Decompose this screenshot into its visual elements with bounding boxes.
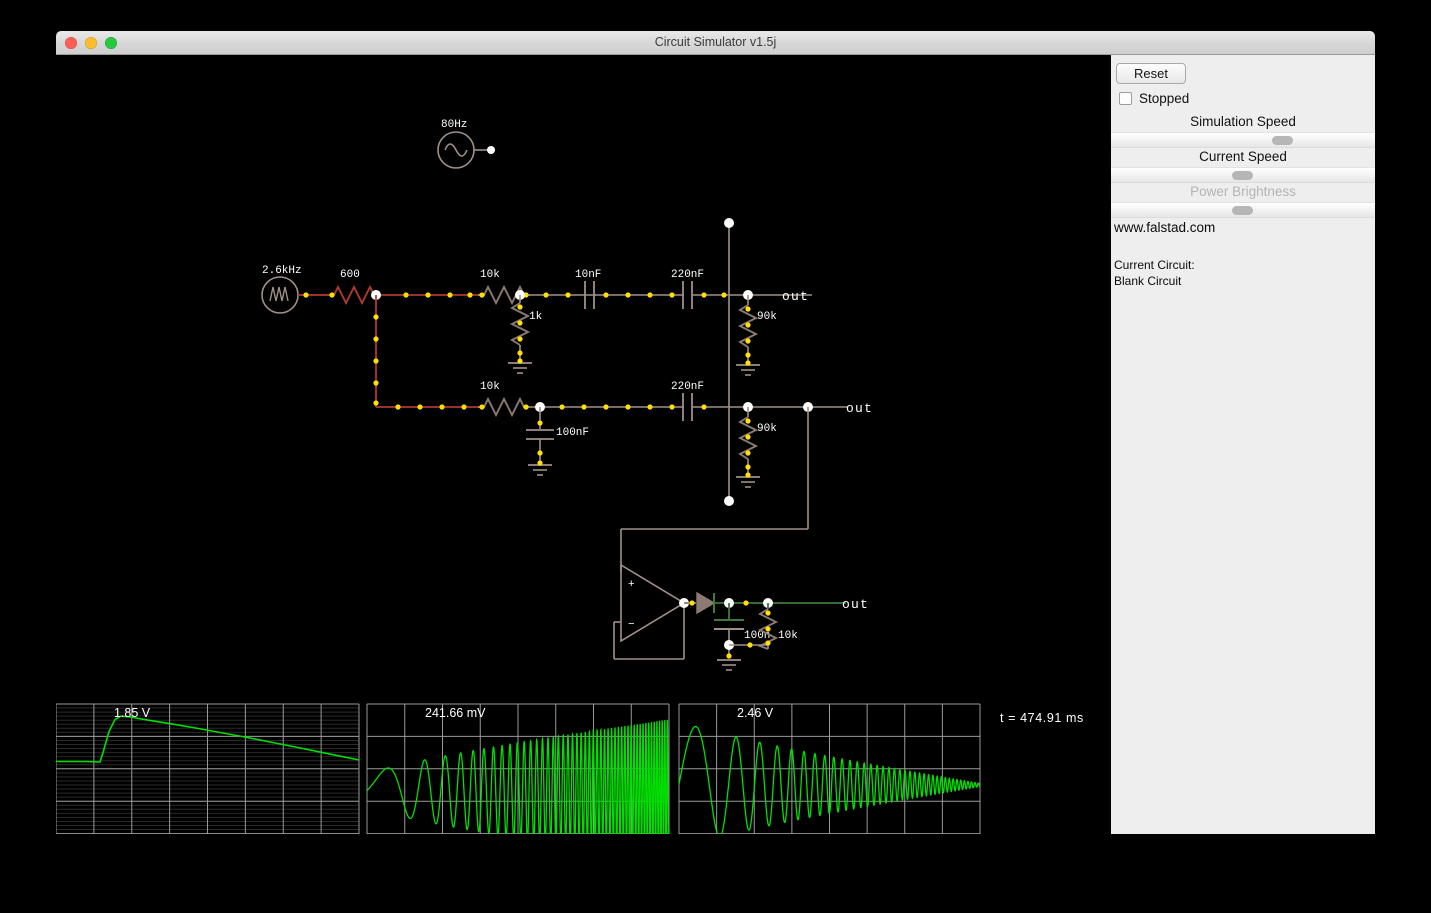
- label-100n-output: 100n: [744, 630, 770, 642]
- scope-panel-3[interactable]: [679, 704, 980, 834]
- out-label-2: out: [846, 401, 873, 416]
- label-1k: 1k: [529, 311, 543, 323]
- current-speed-label: Current Speed: [1111, 149, 1375, 164]
- schematic-svg: 80Hz 2.6kHz 600: [56, 55, 1111, 834]
- capacitor-100n-output[interactable]: [714, 603, 744, 670]
- label-90k-top: 90k: [757, 311, 777, 323]
- label-10k-top: 10k: [480, 269, 500, 281]
- current-circuit-name: Blank Circuit: [1114, 274, 1181, 288]
- control-panel: Reset Stopped Simulation Speed Current S…: [1111, 55, 1375, 834]
- power-brightness-label: Power Brightness: [1111, 184, 1375, 199]
- current-speed-thumb[interactable]: [1232, 171, 1253, 180]
- capacitor-220nf-bottom[interactable]: [683, 393, 692, 421]
- simulation-speed-label: Simulation Speed: [1111, 114, 1375, 129]
- label-10k-bottom: 10k: [480, 381, 500, 393]
- label-10k-output: 10k: [778, 630, 798, 642]
- capacitor-220nf-top[interactable]: [683, 281, 692, 309]
- resistor-10k-output[interactable]: [729, 603, 776, 649]
- power-brightness-slider[interactable]: [1111, 202, 1375, 218]
- window-titlebar: Circuit Simulator v1.5j: [56, 31, 1375, 55]
- opamp-minus: −: [628, 619, 635, 631]
- falstad-link[interactable]: www.falstad.com: [1114, 220, 1215, 235]
- simulator-window: Circuit Simulator v1.5j 80Hz: [56, 31, 1375, 834]
- resistor-90k-top[interactable]: [736, 295, 760, 375]
- label-10nf: 10nF: [575, 269, 601, 281]
- simulation-speed-slider[interactable]: [1111, 132, 1375, 148]
- stopped-checkbox-row[interactable]: Stopped: [1119, 91, 1189, 106]
- label-220nf-bottom: 220nF: [671, 381, 704, 393]
- label-220nf-top: 220nF: [671, 269, 704, 281]
- label-100nf: 100nF: [556, 427, 589, 439]
- scope-1-value: 1.85 V: [114, 706, 150, 720]
- scope-panel-1[interactable]: [56, 704, 359, 834]
- label-80hz: 80Hz: [441, 119, 467, 131]
- ac-source-main[interactable]: [262, 277, 318, 313]
- resistor-1k[interactable]: [508, 295, 532, 373]
- resistor-10k-bottom[interactable]: [478, 399, 530, 415]
- current-speed-slider[interactable]: [1111, 167, 1375, 183]
- stopped-checkbox[interactable]: [1119, 92, 1132, 105]
- reset-button[interactable]: Reset: [1116, 63, 1186, 84]
- scope-panel-2[interactable]: [367, 704, 669, 834]
- resistor-90k-bottom[interactable]: [736, 407, 760, 487]
- diode[interactable]: [684, 593, 714, 613]
- current-circuit-label: Current Circuit:: [1114, 258, 1195, 272]
- stopped-label: Stopped: [1139, 91, 1189, 106]
- label-600: 600: [340, 269, 360, 281]
- capacitor-100nf[interactable]: [526, 407, 554, 475]
- app-root: Circuit Simulator v1.5j 80Hz: [0, 0, 1431, 913]
- simulation-time: t = 474.91 ms: [1000, 711, 1084, 725]
- opamp[interactable]: + −: [614, 565, 689, 659]
- circuit-canvas[interactable]: 80Hz 2.6kHz 600: [56, 55, 1111, 834]
- label-2.6khz: 2.6kHz: [262, 265, 302, 277]
- power-brightness-thumb[interactable]: [1232, 206, 1253, 215]
- ac-source-floating[interactable]: [438, 132, 495, 168]
- scope-3-value: 2.46 V: [737, 706, 773, 720]
- out-label-3: out: [842, 597, 869, 612]
- out-label-1: out: [782, 289, 809, 304]
- simulation-speed-thumb[interactable]: [1272, 136, 1293, 145]
- window-title: Circuit Simulator v1.5j: [56, 35, 1375, 49]
- scope-2-value: 241.66 mV: [425, 706, 485, 720]
- opamp-plus: +: [628, 579, 635, 591]
- label-90k-bottom: 90k: [757, 423, 777, 435]
